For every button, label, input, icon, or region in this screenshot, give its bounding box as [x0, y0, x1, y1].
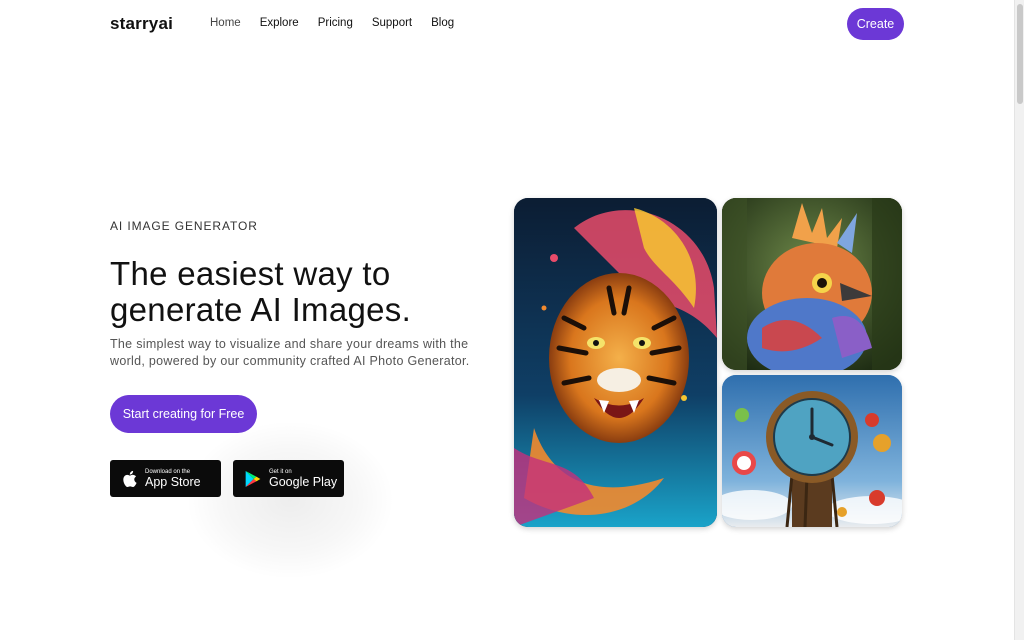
gallery-image-bird[interactable]	[722, 198, 902, 370]
app-store-button[interactable]: Download on the App Store	[110, 460, 221, 497]
hero-headline: The easiest way to generate AI Images.	[110, 256, 510, 328]
nav-support[interactable]: Support	[372, 17, 412, 29]
headline-line-1: The easiest way to	[110, 255, 391, 292]
headline-line-2: generate AI Images.	[110, 291, 412, 328]
app-store-text: Download on the App Store	[145, 469, 201, 489]
google-play-button[interactable]: Get it on Google Play	[233, 460, 344, 497]
apple-icon	[123, 470, 137, 487]
start-creating-button[interactable]: Start creating for Free	[110, 395, 257, 433]
hero-eyebrow: AI IMAGE GENERATOR	[110, 219, 258, 233]
create-button[interactable]: Create	[847, 8, 904, 40]
bird-illustration	[722, 198, 902, 370]
clock-illustration	[722, 375, 902, 527]
scrollbar-thumb[interactable]	[1017, 4, 1023, 104]
decorative-glow	[185, 420, 395, 580]
nav-pricing[interactable]: Pricing	[318, 17, 353, 29]
app-store-label: App Store	[145, 474, 201, 489]
gallery-image-clock[interactable]	[722, 375, 902, 527]
gallery-image-tiger[interactable]	[514, 198, 717, 527]
nav-home[interactable]: Home	[210, 17, 241, 29]
google-play-icon	[245, 470, 261, 487]
page-scrollbar[interactable]	[1014, 0, 1024, 640]
tiger-illustration	[514, 198, 717, 527]
google-play-text: Get it on Google Play	[269, 469, 337, 489]
nav-explore[interactable]: Explore	[260, 17, 299, 29]
logo[interactable]: starryai	[110, 14, 173, 34]
hero-subtext: The simplest way to visualize and share …	[110, 337, 470, 368]
nav-blog[interactable]: Blog	[431, 17, 454, 29]
site-header: starryai Home Explore Pricing Support Bl…	[0, 0, 1014, 50]
google-play-label: Google Play	[269, 474, 338, 489]
main-nav: Home Explore Pricing Support Blog	[210, 17, 473, 29]
